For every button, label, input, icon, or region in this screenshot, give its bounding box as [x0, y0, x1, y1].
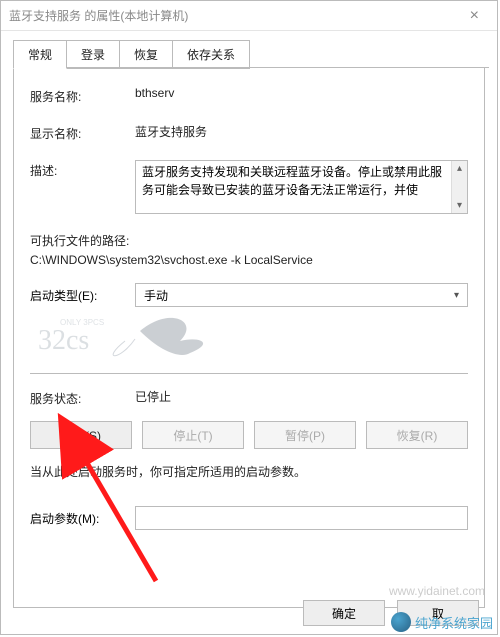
resume-button: 恢复(R)	[366, 421, 468, 449]
value-exe-path: C:\WINDOWS\system32\svchost.exe -k Local…	[30, 253, 468, 267]
startup-type-value: 手动	[144, 287, 168, 304]
label-service-status: 服务状态:	[30, 388, 135, 407]
properties-dialog: 蓝牙支持服务 的属性(本地计算机) × 常规 登录 恢复 依存关系 服务名称: …	[0, 0, 498, 635]
tab-recovery[interactable]: 恢复	[119, 40, 173, 69]
titlebar: 蓝牙支持服务 的属性(本地计算机) ×	[1, 1, 497, 31]
tabstrip: 常规 登录 恢复 依存关系	[13, 39, 489, 68]
start-hint-text: 当从此处启动服务时，你可指定所适用的启动参数。	[30, 463, 468, 480]
corner-watermark: 纯净系统家园	[391, 612, 493, 632]
decorative-watermark: 32cs ONLY 3PCS	[30, 311, 468, 367]
watermark-url: www.yidainet.com	[389, 584, 485, 598]
start-button[interactable]: 启动(S)	[30, 421, 132, 449]
value-description: 蓝牙服务支持发现和关联远程蓝牙设备。停止或禁用此服务可能会导致已安装的蓝牙设备无…	[142, 163, 461, 199]
scroll-up-icon[interactable]: ▴	[457, 161, 462, 176]
value-display-name: 蓝牙支持服务	[135, 123, 468, 140]
start-param-input[interactable]	[135, 506, 468, 530]
description-scrollbar[interactable]: ▴ ▾	[451, 161, 467, 213]
description-textbox[interactable]: 蓝牙服务支持发现和关联远程蓝牙设备。停止或禁用此服务可能会导致已安装的蓝牙设备无…	[135, 160, 468, 214]
tab-logon[interactable]: 登录	[66, 40, 120, 69]
value-service-status: 已停止	[135, 388, 468, 405]
label-start-param: 启动参数(M):	[30, 510, 135, 527]
stop-button: 停止(T)	[142, 421, 244, 449]
watermark-logo-icon	[391, 612, 411, 632]
pause-button: 暂停(P)	[254, 421, 356, 449]
label-exe-path: 可执行文件的路径:	[30, 232, 468, 249]
close-icon[interactable]: ×	[460, 7, 489, 25]
window-title: 蓝牙支持服务 的属性(本地计算机)	[9, 7, 188, 24]
label-service-name: 服务名称:	[30, 86, 135, 105]
chevron-down-icon: ▾	[454, 290, 459, 301]
label-display-name: 显示名称:	[30, 123, 135, 142]
divider	[30, 373, 468, 374]
general-panel: 服务名称: bthserv 显示名称: 蓝牙支持服务 描述: 蓝牙服务支持发现和…	[13, 68, 485, 608]
label-description: 描述:	[30, 160, 135, 179]
svg-text:32cs: 32cs	[38, 325, 89, 356]
ok-button[interactable]: 确定	[303, 600, 385, 626]
label-startup-type: 启动类型(E):	[30, 287, 135, 304]
watermark-text: 纯净系统家园	[415, 613, 493, 632]
value-service-name: bthserv	[135, 86, 468, 100]
tab-general[interactable]: 常规	[13, 40, 67, 69]
svg-text:ONLY 3PCS: ONLY 3PCS	[60, 318, 104, 327]
tab-dependencies[interactable]: 依存关系	[172, 40, 250, 69]
scroll-down-icon[interactable]: ▾	[457, 198, 462, 213]
startup-type-select[interactable]: 手动 ▾	[135, 283, 468, 307]
